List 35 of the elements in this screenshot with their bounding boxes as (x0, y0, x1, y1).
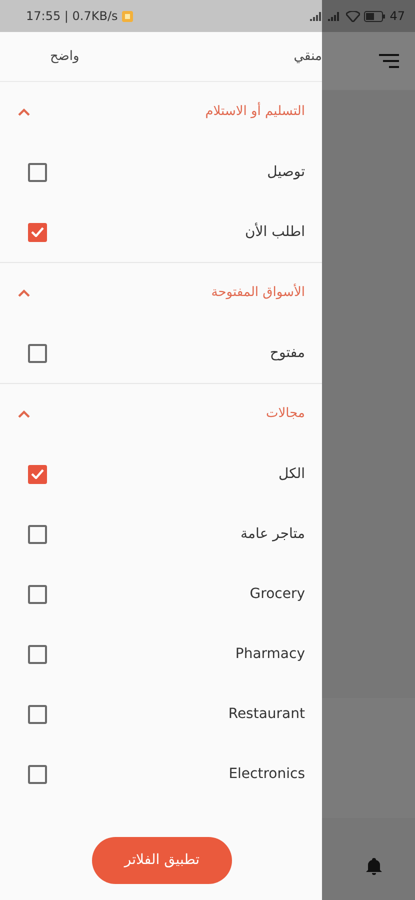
signal-icon (328, 11, 342, 21)
menu-icon[interactable] (379, 54, 399, 68)
checkbox[interactable] (28, 222, 47, 242)
battery-icon (364, 10, 386, 22)
checkbox[interactable] (28, 764, 47, 784)
chevron-up-icon[interactable] (18, 108, 30, 116)
bell-icon[interactable] (366, 858, 382, 876)
checkbox[interactable] (28, 344, 47, 362)
signal-icon (310, 11, 324, 21)
section-title: مجالات (266, 405, 305, 424)
chevron-up-icon[interactable] (18, 410, 30, 418)
checkbox[interactable] (28, 644, 47, 664)
clear-link[interactable]: واضح (50, 46, 80, 66)
chevron-up-icon[interactable] (18, 289, 30, 297)
option-label: اطلب الأن (244, 222, 305, 242)
notification-icon (122, 10, 133, 22)
option-label: متاجر عامة (240, 524, 305, 544)
checkbox[interactable] (28, 584, 47, 604)
status-time: 17:55 | 0.7KB/s (26, 8, 118, 25)
option-label: Grocery (250, 584, 305, 604)
battery-level: 47 (390, 8, 405, 25)
option-label: Restaurant (228, 704, 305, 724)
checkbox[interactable] (28, 162, 47, 182)
option-label: مفتوح (270, 344, 305, 362)
checkbox[interactable] (28, 704, 47, 724)
option-label: Electronics (228, 764, 305, 784)
option-label: Pharmacy (235, 644, 305, 664)
section-title: التسليم أو الاستلام (205, 102, 305, 122)
option-label: توصيل (267, 162, 305, 182)
section-title: الأسواق المفتوحة (211, 283, 305, 302)
checkbox[interactable] (28, 524, 47, 544)
wifi-icon (346, 10, 360, 22)
option-label: الكل (278, 464, 305, 484)
drawer-title: منقي (294, 48, 322, 66)
checkbox[interactable] (28, 464, 47, 484)
